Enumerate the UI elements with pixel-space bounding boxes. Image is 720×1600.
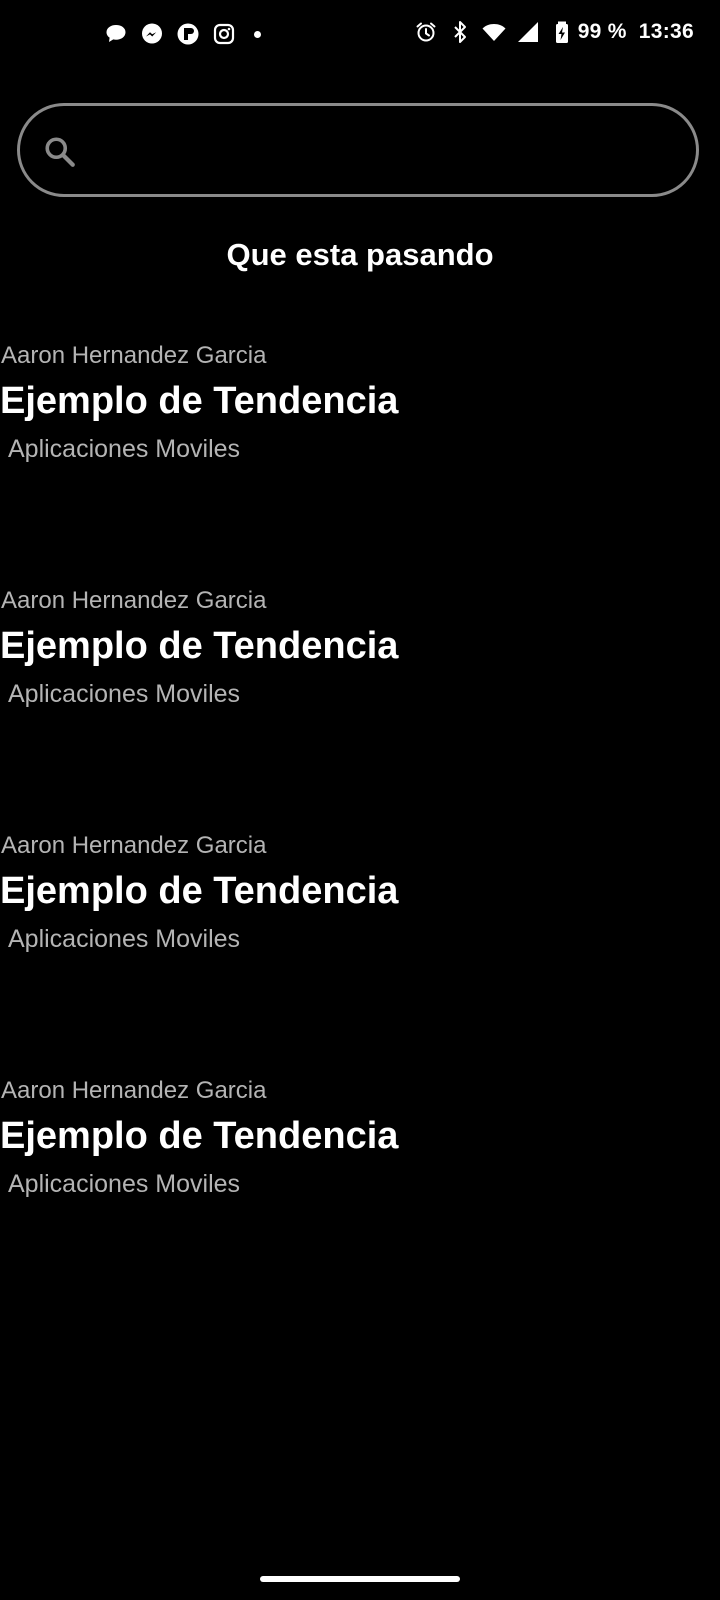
status-bar: 99 % 13:36 bbox=[0, 0, 720, 70]
search-bar[interactable] bbox=[17, 103, 699, 197]
trend-title: Ejemplo de Tendencia bbox=[0, 380, 399, 422]
messenger-icon bbox=[140, 22, 164, 46]
battery-charging-icon bbox=[550, 20, 574, 44]
cell-signal-icon bbox=[516, 20, 540, 44]
trend-author: Aaron Hernandez Garcia bbox=[1, 1077, 267, 1104]
trend-author: Aaron Hernandez Garcia bbox=[1, 587, 267, 614]
gesture-nav-handle[interactable] bbox=[260, 1576, 460, 1582]
bluetooth-icon bbox=[448, 20, 472, 44]
trend-category: Aplicaciones Moviles bbox=[8, 1170, 241, 1198]
trend-author: Aaron Hernandez Garcia bbox=[1, 832, 267, 859]
trend-title: Ejemplo de Tendencia bbox=[0, 870, 399, 912]
trend-category: Aplicaciones Moviles bbox=[8, 680, 241, 708]
trend-item[interactable]: Aaron Hernandez Garcia Ejemplo de Tenden… bbox=[0, 342, 720, 587]
battery-percentage: 99 % bbox=[577, 20, 627, 43]
trend-title: Ejemplo de Tendencia bbox=[0, 1115, 399, 1157]
trend-author: Aaron Hernandez Garcia bbox=[1, 342, 267, 369]
instagram-icon bbox=[212, 22, 236, 46]
wifi-icon bbox=[482, 20, 506, 44]
notification-icons bbox=[104, 22, 261, 46]
trend-title: Ejemplo de Tendencia bbox=[0, 625, 399, 667]
more-notifications-dot bbox=[254, 30, 261, 38]
trend-category: Aplicaciones Moviles bbox=[8, 925, 241, 953]
section-title: Que esta pasando bbox=[226, 237, 494, 272]
system-icons: 99 % 13:36 bbox=[414, 20, 694, 44]
chat-bubble-icon bbox=[104, 22, 128, 46]
clock-time: 13:36 bbox=[638, 20, 694, 43]
facebook-lite-icon bbox=[176, 22, 200, 46]
search-icon bbox=[42, 134, 78, 170]
trend-item[interactable]: Aaron Hernandez Garcia Ejemplo de Tenden… bbox=[0, 587, 720, 832]
search-input[interactable] bbox=[96, 126, 690, 178]
trend-item[interactable]: Aaron Hernandez Garcia Ejemplo de Tenden… bbox=[0, 832, 720, 1077]
alarm-icon bbox=[414, 20, 438, 44]
trend-item[interactable]: Aaron Hernandez Garcia Ejemplo de Tenden… bbox=[0, 1077, 720, 1322]
trend-list: Aaron Hernandez Garcia Ejemplo de Tenden… bbox=[0, 342, 720, 1322]
trend-category: Aplicaciones Moviles bbox=[8, 435, 241, 463]
app-screen: 99 % 13:36 Que esta pasando Aaron Hernan… bbox=[0, 0, 720, 1600]
